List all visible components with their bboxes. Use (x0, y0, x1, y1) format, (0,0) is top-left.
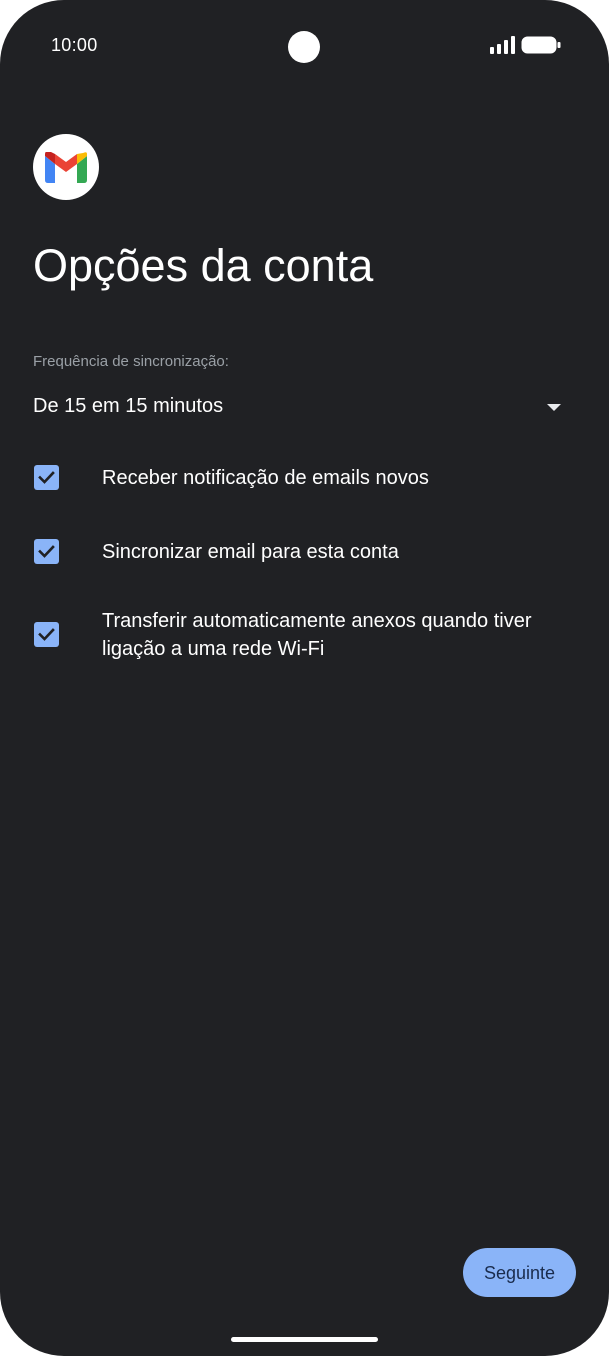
checkbox-auto-download-attachments[interactable] (34, 622, 59, 647)
gmail-icon (45, 152, 87, 183)
check-icon (38, 471, 55, 484)
dropdown-arrow-icon (547, 404, 561, 411)
option-new-email-notification[interactable]: Receber notificação de emails novos (33, 464, 573, 492)
home-indicator[interactable] (231, 1337, 378, 1342)
page-title: Opções da conta (33, 240, 374, 291)
status-time: 10:00 (51, 35, 98, 55)
checkbox-sync-email[interactable] (34, 539, 59, 564)
signal-icon (490, 36, 515, 54)
checkbox-new-email-notification[interactable] (34, 465, 59, 490)
gmail-logo (33, 134, 99, 200)
option-sync-email[interactable]: Sincronizar email para esta conta (33, 538, 573, 566)
phone-screen: 10:00 Opções da conta Frequência de sinc… (0, 0, 609, 1356)
option-label: Receber notificação de emails novos (102, 467, 429, 489)
sync-frequency-label: Frequência de sincronização: (33, 353, 229, 370)
option-auto-download-attachments[interactable]: Transferir automaticamente anexos quando… (33, 607, 573, 663)
sync-frequency-value: De 15 em 15 minutos (33, 395, 224, 417)
check-icon (38, 628, 55, 641)
option-label: Sincronizar email para esta conta (102, 541, 399, 563)
sync-frequency-dropdown[interactable]: De 15 em 15 minutos (33, 388, 569, 428)
next-button[interactable]: Seguinte (463, 1248, 576, 1297)
check-icon (38, 545, 55, 558)
battery-icon (521, 36, 561, 54)
camera-cutout (288, 31, 320, 63)
option-label: Transferir automaticamente anexos quando… (102, 610, 532, 660)
status-bar: 10:00 (0, 0, 609, 92)
